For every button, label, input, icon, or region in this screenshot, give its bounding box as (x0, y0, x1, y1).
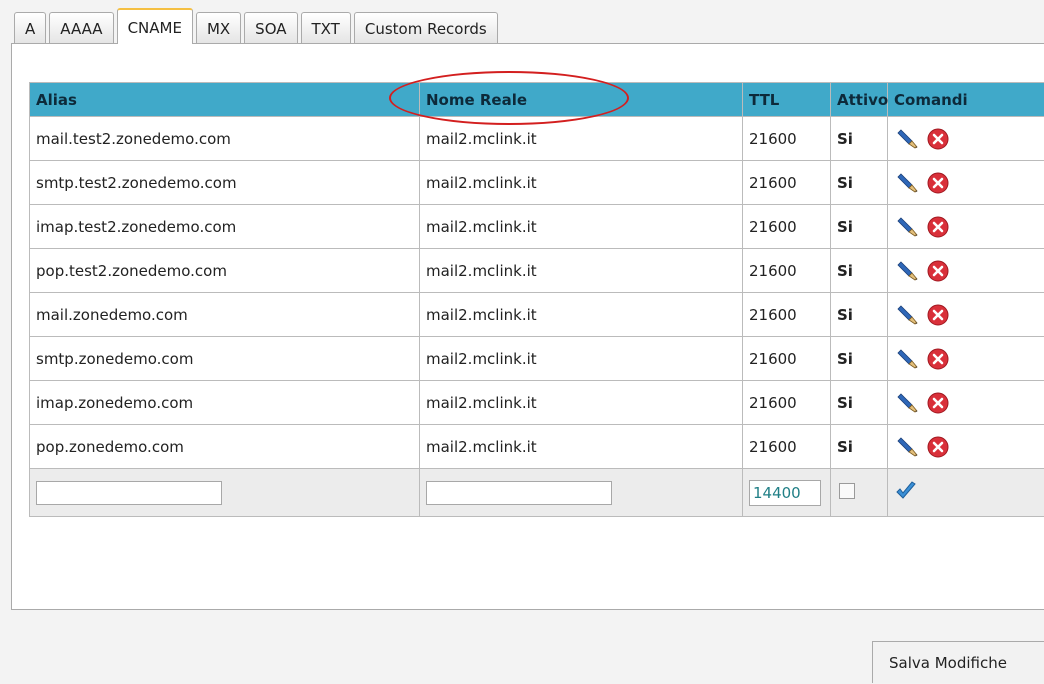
new-record-row (29, 468, 1044, 517)
new-real-name-cell (419, 468, 743, 517)
delete-icon[interactable] (926, 215, 950, 239)
ttl-cell: 21600 (742, 380, 831, 425)
active-status: Si (830, 336, 888, 381)
cname-records-table: Alias Nome Reale TTL Attivo Comandi mail… (29, 82, 1044, 517)
column-header-real-name: Nome Reale (419, 82, 743, 117)
real-name-cell: mail2.mclink.it (419, 380, 743, 425)
tab-txt[interactable]: TXT (300, 12, 351, 44)
real-name-cell: mail2.mclink.it (419, 204, 743, 249)
pencil-icon[interactable] (896, 259, 920, 283)
real-name-cell: mail2.mclink.it (419, 116, 743, 161)
table-row: smtp.test2.zonedemo.com mail2.mclink.it … (29, 160, 1044, 205)
alias-cell: mail.test2.zonedemo.com (29, 116, 420, 161)
active-status: Si (830, 292, 888, 337)
active-status: Si (830, 204, 888, 249)
active-status: Si (830, 424, 888, 469)
pencil-icon[interactable] (896, 303, 920, 327)
column-header-ttl: TTL (742, 82, 831, 117)
commands-cell (887, 204, 1044, 249)
ttl-cell: 21600 (742, 424, 831, 469)
tab-a[interactable]: A (14, 12, 47, 44)
active-status: Si (830, 248, 888, 293)
column-header-active: Attivo (830, 82, 888, 117)
column-header-commands: Comandi (887, 82, 1044, 117)
table-row: pop.zonedemo.com mail2.mclink.it 21600 S… (29, 424, 1044, 469)
pencil-icon[interactable] (896, 127, 920, 151)
pencil-icon[interactable] (896, 391, 920, 415)
new-active-cell (830, 468, 888, 517)
delete-icon[interactable] (926, 435, 950, 459)
new-alias-input[interactable] (36, 480, 222, 505)
record-type-tabs: A AAAA CNAME MX SOA TXT Custom Records (14, 8, 501, 44)
new-ttl-input[interactable] (749, 479, 821, 506)
record-rows: mail.test2.zonedemo.com mail2.mclink.it … (29, 116, 1044, 469)
real-name-cell: mail2.mclink.it (419, 424, 743, 469)
column-header-alias: Alias (29, 82, 420, 117)
ttl-cell: 21600 (742, 336, 831, 381)
table-row: pop.test2.zonedemo.com mail2.mclink.it 2… (29, 248, 1044, 293)
ttl-cell: 21600 (742, 116, 831, 161)
commands-cell (887, 160, 1044, 205)
alias-cell: mail.zonedemo.com (29, 292, 420, 337)
new-commands-cell (887, 468, 1044, 517)
real-name-cell: mail2.mclink.it (419, 336, 743, 381)
tab-mx[interactable]: MX (195, 12, 242, 44)
new-alias-cell (29, 468, 420, 517)
pencil-icon[interactable] (896, 215, 920, 239)
delete-icon[interactable] (926, 303, 950, 327)
delete-icon[interactable] (926, 259, 950, 283)
new-real-name-input[interactable] (426, 480, 612, 505)
new-ttl-cell (742, 468, 831, 517)
tab-custom-records[interactable]: Custom Records (353, 12, 498, 44)
commands-cell (887, 424, 1044, 469)
table-row: smtp.zonedemo.com mail2.mclink.it 21600 … (29, 336, 1044, 381)
alias-cell: smtp.zonedemo.com (29, 336, 420, 381)
delete-icon[interactable] (926, 347, 950, 371)
tab-soa[interactable]: SOA (244, 12, 298, 44)
table-row: imap.test2.zonedemo.com mail2.mclink.it … (29, 204, 1044, 249)
alias-cell: imap.zonedemo.com (29, 380, 420, 425)
commands-cell (887, 380, 1044, 425)
alias-cell: pop.zonedemo.com (29, 424, 420, 469)
tab-cname[interactable]: CNAME (116, 8, 193, 44)
ttl-cell: 21600 (742, 292, 831, 337)
save-changes-button[interactable]: Salva Modifiche (872, 641, 1044, 683)
delete-icon[interactable] (926, 391, 950, 415)
commands-cell (887, 248, 1044, 293)
ttl-cell: 21600 (742, 204, 831, 249)
ttl-cell: 21600 (742, 160, 831, 205)
commands-cell (887, 292, 1044, 337)
pencil-icon[interactable] (896, 347, 920, 371)
ttl-cell: 21600 (742, 248, 831, 293)
cname-panel: Alias Nome Reale TTL Attivo Comandi mail… (11, 43, 1044, 610)
table-row: mail.zonedemo.com mail2.mclink.it 21600 … (29, 292, 1044, 337)
pencil-icon[interactable] (896, 171, 920, 195)
table-header-row: Alias Nome Reale TTL Attivo Comandi (29, 82, 1044, 117)
active-status: Si (830, 380, 888, 425)
real-name-cell: mail2.mclink.it (419, 160, 743, 205)
active-status: Si (830, 116, 888, 161)
alias-cell: imap.test2.zonedemo.com (29, 204, 420, 249)
real-name-cell: mail2.mclink.it (419, 248, 743, 293)
real-name-cell: mail2.mclink.it (419, 292, 743, 337)
delete-icon[interactable] (926, 171, 950, 195)
tab-aaaa[interactable]: AAAA (49, 12, 114, 44)
commands-cell (887, 336, 1044, 381)
table-row: imap.zonedemo.com mail2.mclink.it 21600 … (29, 380, 1044, 425)
alias-cell: pop.test2.zonedemo.com (29, 248, 420, 293)
new-active-checkbox[interactable] (839, 482, 855, 499)
pencil-icon[interactable] (896, 435, 920, 459)
commands-cell (887, 116, 1044, 161)
active-status: Si (830, 160, 888, 205)
table-row: mail.test2.zonedemo.com mail2.mclink.it … (29, 116, 1044, 161)
alias-cell: smtp.test2.zonedemo.com (29, 160, 420, 205)
checkmark-icon[interactable] (894, 479, 918, 503)
delete-icon[interactable] (926, 127, 950, 151)
